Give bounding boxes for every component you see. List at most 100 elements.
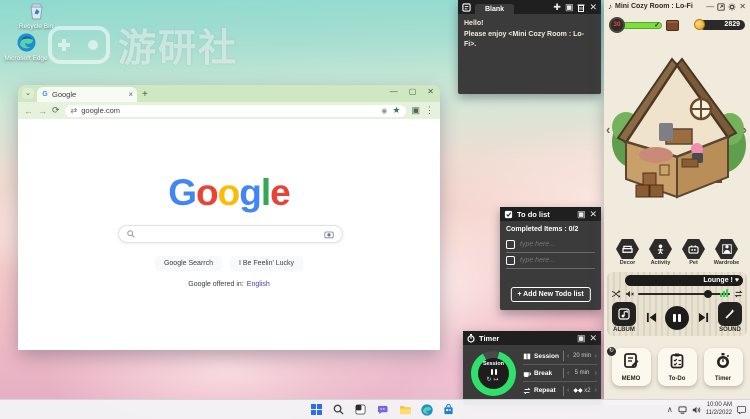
memo-line: Please enjoy <Mini Cozy Room : Lo-Fi>. — [464, 30, 584, 49]
sound-button[interactable]: SOUND — [717, 302, 743, 333]
volume-knob[interactable] — [704, 290, 712, 298]
previous-track-icon[interactable] — [646, 312, 657, 323]
todo-item-row[interactable] — [506, 237, 595, 253]
desktop-icon-edge[interactable]: Microsoft Edge — [0, 33, 52, 62]
memo-tab[interactable]: Blank — [475, 3, 515, 14]
site-settings-icon[interactable]: ⇄ — [71, 106, 78, 115]
language-link[interactable]: English — [247, 281, 270, 288]
cozy-room-panel: ♪ Mini Cozy Room : Lo-Fi — ✕ 30 ✓ 2829 ‹… — [604, 0, 750, 405]
decrease-button[interactable]: ‹ — [567, 370, 569, 377]
reload-icon[interactable]: ⟳ — [52, 105, 60, 116]
panel-collapse-icon[interactable]: ↻ — [607, 347, 616, 356]
wardrobe-button[interactable]: Wardrobe — [714, 239, 740, 266]
memo-add-icon[interactable]: ✚ — [553, 2, 561, 12]
pet-button[interactable]: Pet — [681, 239, 707, 266]
taskbar-edge-icon[interactable] — [420, 403, 433, 416]
panel-minimize-icon[interactable]: — — [706, 2, 714, 11]
address-url[interactable]: google.com — [81, 106, 377, 115]
camera-lens-icon[interactable] — [324, 230, 334, 239]
todo-close-icon[interactable]: ✕ — [589, 209, 597, 219]
todo-item-input[interactable] — [520, 241, 590, 248]
room-next-arrow[interactable]: › — [743, 122, 747, 137]
add-todo-list-button[interactable]: + Add New Todo list — [510, 287, 591, 302]
chat-icon[interactable] — [376, 403, 389, 416]
timer-close-icon[interactable]: ✕ — [589, 333, 597, 343]
skip-icon[interactable]: ↦ — [494, 377, 501, 383]
google-search-box[interactable] — [118, 225, 343, 243]
memo-tool-button[interactable]: MEMO — [611, 348, 651, 386]
reward-crate-icon[interactable] — [666, 19, 679, 31]
lounge-track-pill[interactable]: Lounge ! ♥ — [625, 275, 743, 286]
album-button[interactable]: ALBUM — [611, 302, 637, 333]
screenshot-icon[interactable] — [717, 2, 725, 11]
timer-session-row: Session ‹ 20 min › — [523, 348, 597, 365]
increase-button[interactable]: › — [595, 353, 597, 360]
todo-window-icon[interactable]: ▣ — [577, 209, 586, 219]
window-minimize-button[interactable]: — — [390, 87, 398, 96]
clock[interactable]: 10:00 AM 11/2/2022 — [706, 402, 732, 418]
todo-tool-button[interactable]: To-Do — [657, 348, 697, 386]
shuffle-icon[interactable] — [611, 290, 621, 298]
todo-item-row[interactable] — [506, 253, 595, 269]
restart-icon[interactable]: ↻ — [486, 377, 493, 383]
back-icon[interactable]: ← — [24, 106, 33, 116]
mute-icon[interactable] — [625, 290, 634, 298]
cozy-room-illustration — [612, 57, 746, 199]
notification-icon[interactable] — [737, 405, 746, 414]
microsoft-store-icon[interactable] — [442, 403, 455, 416]
speaker-icon[interactable] — [692, 406, 701, 414]
desktop-icon-recycle-bin[interactable]: Recycle Bin — [10, 2, 62, 30]
pause-button[interactable] — [665, 305, 689, 330]
volume-slider[interactable] — [638, 289, 730, 298]
new-tab-button[interactable]: + — [142, 89, 148, 100]
memo-body[interactable]: Hello! Please enjoy <Mini Cozy Room : Lo… — [458, 14, 601, 56]
timer-window-icon[interactable]: ▣ — [577, 333, 586, 343]
taskbar-search-icon[interactable] — [332, 403, 345, 416]
repeat-track-icon[interactable] — [734, 290, 743, 298]
browser-menu-icon[interactable]: ⋮ — [425, 105, 434, 116]
decrease-button[interactable]: ‹ — [567, 387, 569, 394]
google-logo: Google — [168, 172, 290, 213]
pause-icon[interactable] — [478, 369, 509, 375]
file-explorer-icon[interactable] — [398, 403, 411, 416]
memo-window-icon[interactable]: ▣ — [565, 2, 574, 12]
desktop-icon-label: Microsoft Edge — [4, 55, 48, 62]
timer-widget: Timer ▣ ✕ Session ↻↦ Session ‹ 20 min › … — [463, 331, 601, 405]
browser-window: ⌄ G Google × + — ▢ ✕ ← → ⟳ ⇄ google.com … — [18, 85, 440, 350]
activity-button[interactable]: Activity — [648, 239, 674, 266]
todo-checkbox[interactable] — [506, 256, 515, 265]
memo-close-icon[interactable]: ✕ — [589, 2, 597, 12]
window-close-button[interactable]: ✕ — [427, 87, 434, 96]
window-maximize-button[interactable]: ▢ — [409, 87, 417, 96]
forward-icon[interactable]: → — [38, 106, 47, 116]
task-view-icon[interactable] — [354, 403, 367, 416]
coffee-icon — [523, 372, 531, 377]
search-input[interactable] — [141, 229, 318, 239]
decor-button[interactable]: Decor — [615, 239, 641, 266]
side-panel-icon[interactable]: ▣ — [411, 105, 420, 116]
increase-button[interactable]: › — [595, 370, 597, 377]
next-track-icon[interactable] — [698, 312, 709, 323]
share-location-icon[interactable]: ◉ — [381, 107, 387, 115]
address-bar[interactable]: ⇄ google.com ◉ ★ — [64, 104, 407, 117]
settings-gear-icon[interactable] — [728, 2, 736, 11]
coin-icon — [694, 19, 705, 30]
start-button[interactable] — [310, 403, 323, 416]
network-icon[interactable] — [678, 405, 687, 414]
feeling-lucky-button[interactable]: I Be Feelin' Lucky — [230, 256, 304, 271]
tray-chevron-icon[interactable]: ∧ — [667, 405, 673, 414]
room-prev-arrow[interactable]: ‹ — [606, 122, 610, 137]
google-search-button[interactable]: Google Searrch — [154, 256, 222, 271]
tab-close-icon[interactable]: × — [128, 90, 133, 99]
increase-button[interactable]: › — [595, 387, 597, 394]
browser-tab[interactable]: G Google × — [37, 87, 137, 102]
bookmark-star-icon[interactable]: ★ — [392, 105, 400, 116]
todo-checkbox[interactable] — [506, 240, 515, 249]
memo-trash-icon[interactable] — [577, 3, 585, 12]
decrease-button[interactable]: ‹ — [567, 353, 569, 360]
todo-item-input[interactable] — [520, 257, 590, 264]
timer-tool-button[interactable]: Timer — [703, 348, 743, 386]
panel-close-icon[interactable]: ✕ — [739, 2, 746, 11]
heart-icon[interactable]: ♥ — [735, 277, 739, 284]
tab-search-button[interactable]: ⌄ — [22, 88, 34, 99]
